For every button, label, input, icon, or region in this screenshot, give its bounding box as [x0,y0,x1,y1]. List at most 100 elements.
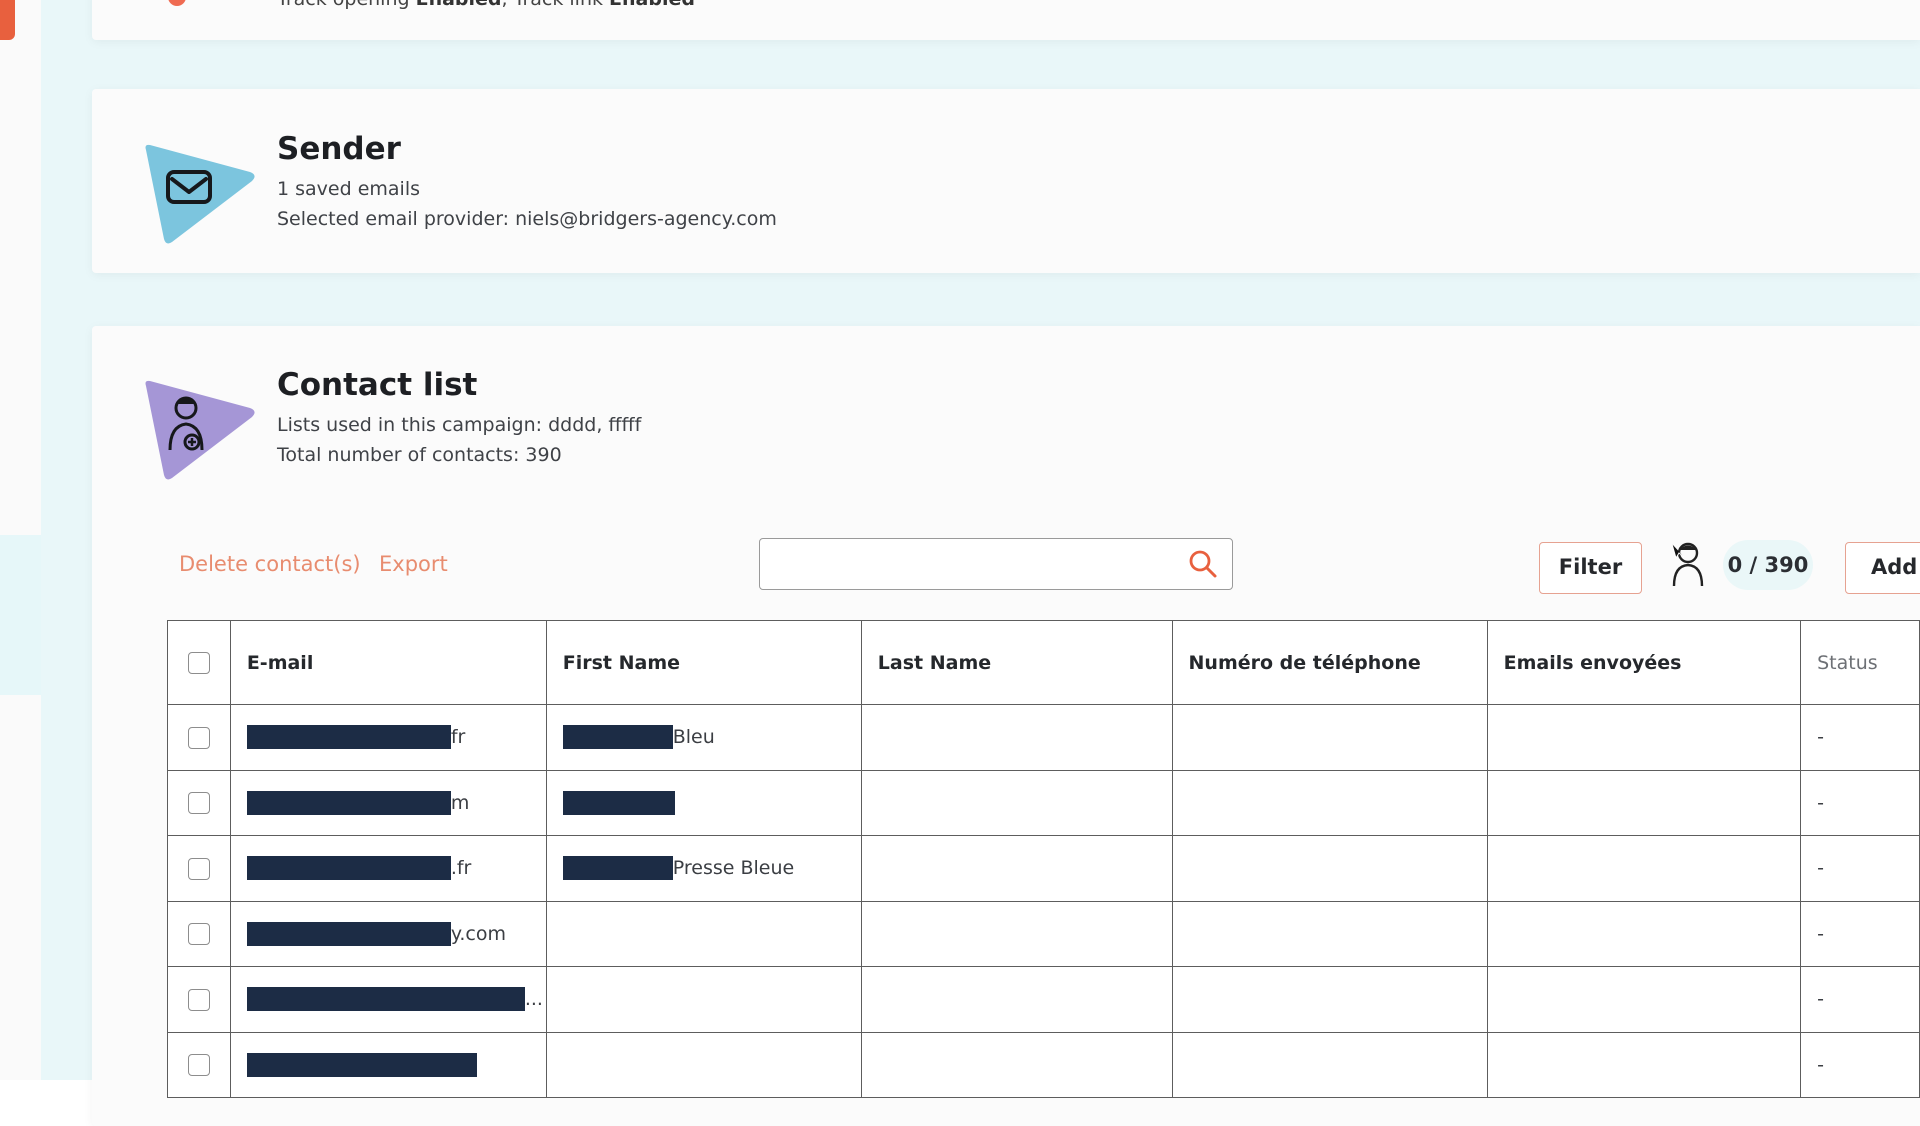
row-checkbox[interactable] [187,726,210,749]
contact-list-title: Contact list [277,367,478,403]
row-checkbox[interactable] [187,923,210,945]
emails-sent-cell [1486,835,1802,902]
search-input[interactable] [772,547,1176,583]
emails-sent-cell [1486,1031,1802,1098]
email-visible-part: m [450,791,470,814]
table-header-row: E-mail First Name Last Name Numéro de té… [167,620,1920,705]
email-visible-part: ... [524,988,543,1011]
select-all-checkbox[interactable] [187,651,210,674]
column-header-first-name[interactable]: First Name [545,620,862,705]
row-select-cell [167,769,231,836]
status-cell: - [1800,1031,1920,1098]
sidebar-highlight [0,535,41,695]
email-cell: y.com [229,900,547,967]
emails-sent-cell [1486,769,1802,836]
column-header-last-name[interactable]: Last Name [860,620,1173,705]
row-checkbox[interactable] [187,857,210,880]
row-checkbox[interactable] [187,1054,210,1076]
redacted-block [562,790,675,815]
last-name-cell [860,966,1173,1033]
row-select-cell [167,704,231,771]
phone-cell [1171,835,1488,902]
first-name-cell: Presse Bleue [545,835,862,902]
status-cell: - [1800,769,1920,836]
email-cell: m [229,769,547,836]
add-contact-button[interactable]: Add contact [1845,542,1920,594]
table-row[interactable]: m - [167,769,1920,836]
person-icon [1671,542,1704,587]
row-select-cell [167,1031,231,1098]
delete-contacts-link[interactable]: Delete contact(s) [179,552,361,576]
search-icon[interactable] [1188,549,1218,579]
redacted-block [246,987,525,1012]
sender-provider: Selected email provider: niels@bridgers-… [277,208,777,230]
email-visible-part: fr [450,726,466,749]
redacted-block [562,856,673,881]
email-cell [229,1031,547,1098]
phone-cell [1171,704,1488,771]
row-checkbox[interactable] [187,988,210,1011]
export-link[interactable]: Export [379,552,448,576]
email-visible-part: y.com [450,922,506,945]
email-cell: fr [229,704,547,771]
phone-cell [1171,1031,1488,1098]
last-name-cell [860,835,1173,902]
first-name-cell: Bleu [545,704,862,771]
column-header-email[interactable]: E-mail [229,620,547,705]
first-name-visible-part: Presse Bleue [672,857,795,880]
selected-count-badge: 0 / 390 [1723,540,1813,590]
sender-title: Sender [277,131,401,167]
table-row[interactable]: fr Bleu - [167,704,1920,771]
redacted-block [246,790,451,815]
redacted-block [246,921,451,946]
table-row[interactable]: .fr Presse Bleue - [167,835,1920,902]
table-row[interactable]: y.com - [167,900,1920,967]
email-visible-part: .fr [450,857,472,880]
redacted-block [246,725,451,750]
first-name-cell [545,769,862,836]
search-box [759,538,1233,590]
emails-sent-cell [1486,704,1802,771]
first-name-cell [545,966,862,1033]
last-name-cell [860,704,1173,771]
redacted-block [246,1052,477,1077]
phone-cell [1171,769,1488,836]
tracking-summary: Track opening Enabled, Track link Enable… [277,0,695,10]
status-cell: - [1800,900,1920,967]
row-checkbox[interactable] [187,792,210,814]
emails-sent-cell [1486,966,1802,1033]
table-row[interactable]: ... - [167,966,1920,1033]
phone-cell [1171,900,1488,967]
contacts-table: E-mail First Name Last Name Numéro de té… [167,620,1920,1098]
sender-saved-count: 1 saved emails [277,178,421,200]
total-contacts: Total number of contacts: 390 [277,444,562,466]
phone-cell [1171,966,1488,1033]
table-row[interactable]: - [167,1031,1920,1098]
status-cell: - [1800,704,1920,771]
select-all-cell [167,620,231,705]
emails-sent-cell [1486,900,1802,967]
row-select-cell [167,900,231,967]
person-add-icon [145,380,255,480]
status-cell: - [1800,966,1920,1033]
row-select-cell [167,835,231,902]
redacted-block [562,725,673,750]
first-name-visible-part: Bleu [672,726,715,749]
column-header-status[interactable]: Status [1800,620,1920,705]
redacted-block [246,856,451,881]
email-cell: .fr [229,835,547,902]
last-name-cell [860,769,1173,836]
first-name-cell [545,900,862,967]
email-cell: ... [229,966,547,1033]
column-header-phone[interactable]: Numéro de téléphone [1171,620,1488,705]
row-select-cell [167,966,231,1033]
last-name-cell [860,900,1173,967]
last-name-cell [860,1031,1173,1098]
column-header-emails-sent[interactable]: Emails envoyées [1486,620,1802,705]
first-name-cell [545,1031,862,1098]
lists-used: Lists used in this campaign: dddd, fffff [277,414,642,436]
status-cell: - [1800,835,1920,902]
sidebar-accent-tab[interactable] [0,0,15,40]
filter-button[interactable]: Filter [1539,542,1642,594]
envelope-icon [145,144,255,244]
